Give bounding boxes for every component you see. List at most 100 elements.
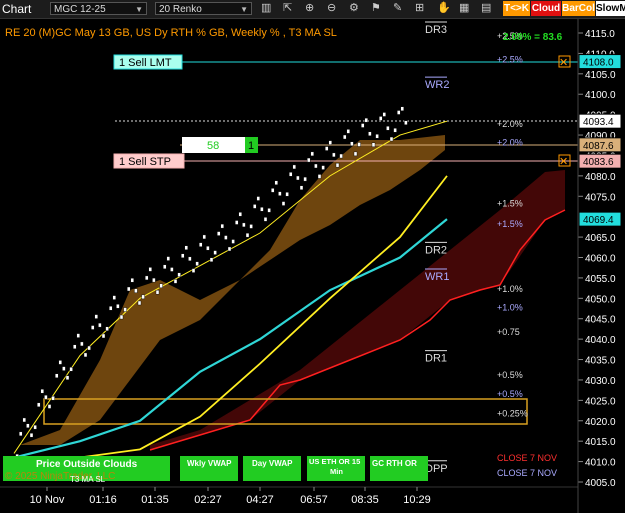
tk-button[interactable]: T<>K: [503, 1, 530, 16]
zoom-out-icon[interactable]: ⊖: [327, 1, 336, 16]
time-tick-label: 01:35: [141, 494, 169, 506]
renko-brick: [299, 185, 304, 190]
ma-label: T3 MA SL: [70, 475, 106, 484]
price-marker-label: 4108.0: [583, 58, 614, 69]
renko-brick: [404, 120, 408, 125]
renko-brick: [65, 375, 70, 380]
renko-brick: [335, 162, 340, 168]
renko-brick: [80, 341, 84, 347]
renko-brick: [339, 153, 343, 159]
price-tick-label: 4015.0: [585, 437, 616, 448]
renko-brick: [216, 231, 221, 236]
renko-brick: [343, 134, 347, 140]
pivot-label: DR1: [425, 353, 447, 365]
renko-brick: [116, 304, 120, 309]
drawing-tools-icon[interactable]: ✎: [393, 1, 402, 16]
renko-brick: [260, 207, 264, 212]
percent-label: +2.0%: [497, 137, 523, 147]
barcol-button[interactable]: BarCol: [562, 1, 595, 16]
renko-brick: [202, 234, 207, 240]
renko-brick: [296, 175, 300, 181]
renko-brick: [152, 277, 156, 283]
chart-canvas[interactable]: DR3WR2DR2WR1DR1DPP +2.5%+2.5%+2.0%+2.0%+…: [0, 19, 625, 513]
properties-icon[interactable]: ⚙: [349, 1, 359, 16]
price-tick-label: 4075.0: [585, 192, 616, 203]
renko-brick: [371, 142, 376, 147]
price-tick-label: 4080.0: [585, 172, 616, 183]
renko-brick: [40, 388, 44, 394]
renko-brick: [332, 152, 336, 158]
renko-brick: [180, 253, 185, 258]
price-tick-label: 4035.0: [585, 356, 616, 367]
renko-brick: [364, 117, 368, 123]
percent-label: +1.5%: [497, 198, 523, 208]
renko-brick: [90, 325, 95, 330]
renko-brick: [37, 402, 41, 408]
renko-brick: [224, 235, 228, 240]
price-tick-label: 4100.0: [585, 90, 616, 101]
price-tick-label: 4040.0: [585, 335, 616, 346]
slowm-button[interactable]: SlowM: [596, 1, 625, 16]
wkly-vwap-label: Wkly VWAP: [187, 459, 232, 468]
renko-brick: [271, 188, 275, 193]
snap-icon[interactable]: ⊞: [415, 1, 424, 16]
bars-icon[interactable]: ▥: [261, 1, 271, 16]
renko-brick: [177, 272, 181, 277]
renko-brick: [33, 424, 37, 430]
data-box-icon[interactable]: ▤: [481, 1, 491, 16]
renko-brick: [357, 142, 361, 147]
price-marker-label: 4069.4: [583, 215, 614, 226]
position-qty: 1: [248, 140, 254, 152]
renko-brick: [310, 151, 314, 157]
renko-brick: [170, 267, 174, 272]
instrument-selector[interactable]: MGC 12-25 ▼: [50, 2, 147, 15]
price-tick-label: 4060.0: [585, 254, 616, 265]
bar-type-selector[interactable]: 20 Renko ▼: [155, 2, 252, 15]
renko-brick: [112, 295, 117, 300]
renko-brick: [278, 191, 282, 196]
renko-brick: [137, 300, 142, 306]
percent-label: +1.5%: [497, 219, 523, 229]
renko-brick: [141, 294, 145, 300]
price-tick-label: 4055.0: [585, 274, 616, 285]
renko-brick: [51, 395, 55, 401]
percent-label: +1.0%: [497, 284, 523, 294]
percent-label: +0.5%: [497, 370, 523, 380]
order-icon[interactable]: ▦: [459, 1, 469, 16]
renko-brick: [292, 164, 296, 170]
zoom-in-icon[interactable]: ⊕: [305, 1, 314, 16]
renko-brick: [55, 373, 59, 379]
renko-brick: [144, 275, 149, 281]
renko-brick: [47, 404, 52, 409]
hand-icon[interactable]: ✋: [437, 1, 451, 16]
percent-label: +2.5%: [497, 54, 523, 64]
chart-header: RE 20 (M)GC May 13 GB, US Dy RTH % GB, W…: [5, 27, 337, 39]
renko-brick: [69, 366, 73, 372]
renko-brick: [375, 134, 379, 139]
renko-brick: [123, 307, 127, 312]
chevron-down-icon: ▼: [135, 5, 143, 14]
renko-brick: [155, 289, 160, 295]
sell-stop-label: 1 Sell STP: [119, 156, 171, 168]
renko-brick: [242, 222, 246, 228]
renko-brick: [58, 360, 62, 365]
renko-brick: [361, 123, 365, 128]
renko-brick: [162, 264, 167, 270]
bar-type-value: 20 Renko: [159, 4, 202, 15]
cursor-icon[interactable]: ⇱: [283, 1, 292, 16]
renko-brick: [126, 286, 131, 292]
renko-brick: [101, 333, 106, 339]
price-marker-label: 4083.6: [583, 157, 614, 168]
renko-brick: [173, 279, 178, 284]
strategy-icon[interactable]: ⚑: [371, 1, 381, 16]
pivot-label: DPP: [425, 463, 448, 475]
renko-brick: [238, 212, 243, 217]
renko-brick: [393, 128, 397, 133]
price-tick-label: 4115.0: [585, 29, 615, 40]
renko-brick: [397, 110, 401, 115]
renko-brick: [379, 116, 383, 121]
instrument-value: MGC 12-25: [54, 4, 106, 15]
price-tick-label: 4010.0: [585, 458, 616, 469]
cloud-button[interactable]: Cloud: [531, 1, 561, 16]
renko-brick: [22, 417, 26, 423]
